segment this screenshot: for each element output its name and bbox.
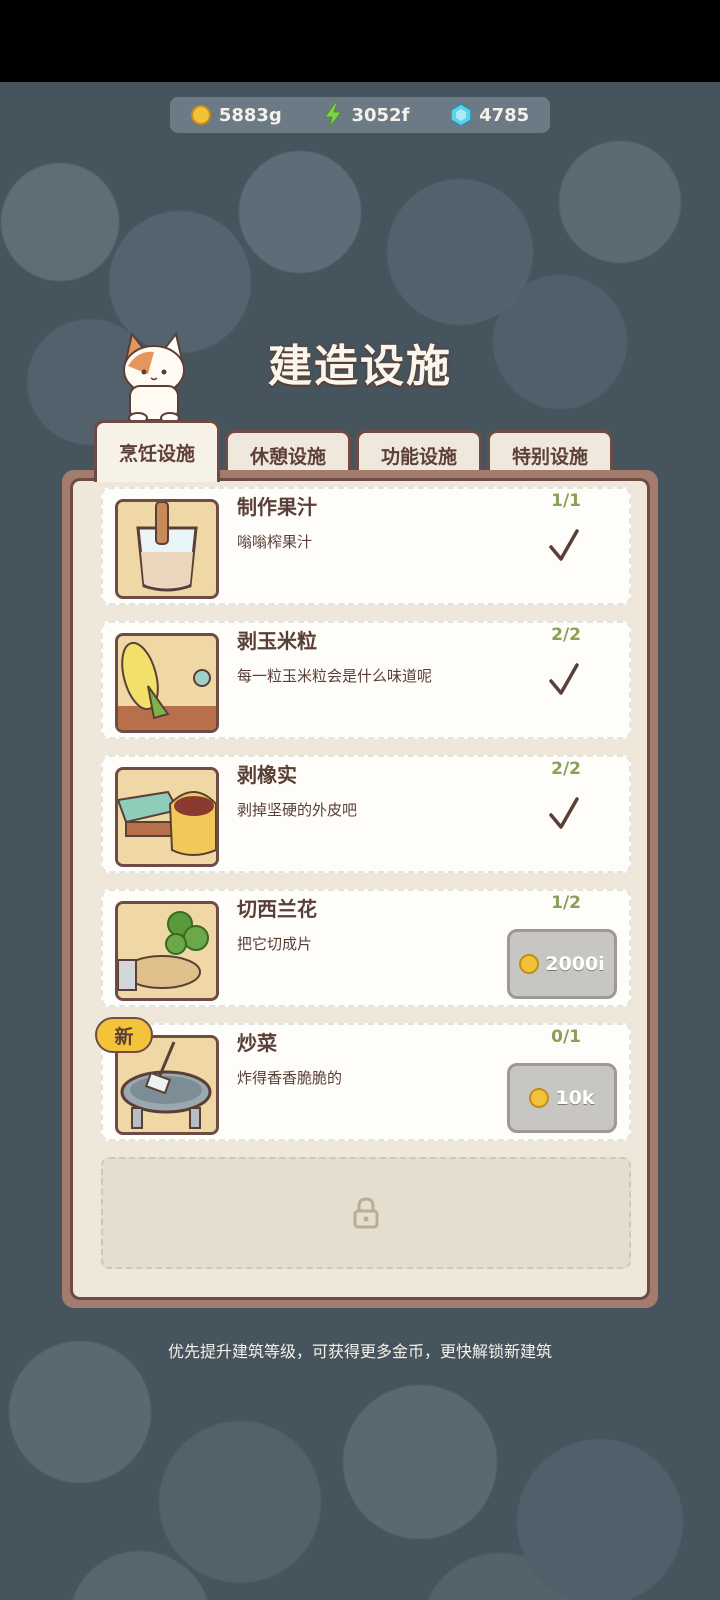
facility-list: 制作果汁 嗡嗡榨果汁 1/1 剥玉米粒 每一粒玉米粒会是什么味道呢 2/2 剥橡…	[70, 478, 650, 1300]
buy-button[interactable]: 2000i	[507, 929, 617, 999]
hint-text: 优先提升建筑等级，可获得更多金币，更快解锁新建筑	[167, 1342, 552, 1361]
facility-panel: 制作果汁 嗡嗡榨果汁 1/1 剥玉米粒 每一粒玉米粒会是什么味道呢 2/2 剥橡…	[62, 470, 658, 1308]
item-title: 切西兰花	[237, 897, 317, 921]
juice-thumbnail	[115, 499, 219, 599]
resource-bar: 5883g 3052f 4785	[170, 97, 550, 133]
item-title: 制作果汁	[237, 495, 317, 519]
gem-value: 4785	[479, 104, 530, 126]
broccoli-icon	[118, 904, 216, 998]
coin-icon	[190, 105, 211, 125]
coin-icon	[529, 1088, 550, 1108]
item-description: 嗡嗡榨果汁	[237, 533, 313, 551]
item-progress: 1/2	[551, 893, 581, 913]
item-progress: 2/2	[551, 625, 581, 645]
item-description: 每一粒玉米粒会是什么味道呢	[237, 667, 433, 685]
buy-price: 10k	[555, 1087, 595, 1109]
gem-icon	[451, 104, 472, 126]
acorn-thumbnail	[115, 767, 219, 867]
item-title: 剥橡实	[237, 763, 297, 787]
tab-cooking[interactable]: 烹饪设施	[94, 420, 220, 482]
buy-button[interactable]: 10k	[507, 1063, 617, 1133]
gold-counter: 5883g	[190, 104, 282, 126]
list-item[interactable]: 制作果汁 嗡嗡榨果汁 1/1	[101, 487, 631, 605]
item-description: 剥掉坚硬的外皮吧	[237, 801, 358, 819]
locked-slot	[101, 1157, 631, 1269]
item-description: 把它切成片	[237, 935, 313, 953]
list-item[interactable]: 剥玉米粒 每一粒玉米粒会是什么味道呢 2/2	[101, 621, 631, 739]
corn-thumbnail	[115, 633, 219, 733]
energy-value: 3052f	[351, 104, 410, 126]
list-item[interactable]: 剥橡实 剥掉坚硬的外皮吧 2/2	[101, 755, 631, 873]
status-bar	[0, 0, 720, 82]
buy-price: 2000i	[545, 953, 605, 975]
page-title: 建造设施	[268, 341, 452, 392]
gem-counter: 4785	[451, 104, 529, 126]
list-item[interactable]: 切西兰花 把它切成片 1/2 2000i	[101, 889, 631, 1007]
list-item[interactable]: 新 炒菜 炸得香香脆脆的 0/1 10k	[95, 1017, 631, 1141]
new-badge: 新	[95, 1017, 153, 1053]
lightning-bolt-icon	[324, 103, 343, 127]
item-title: 炒菜	[237, 1031, 277, 1055]
checkmark-icon	[549, 663, 579, 695]
energy-counter: 3052f	[323, 103, 409, 127]
item-progress: 0/1	[551, 1027, 581, 1047]
checkmark-icon	[549, 797, 579, 829]
item-description: 炸得香香脆脆的	[237, 1069, 343, 1087]
item-progress: 1/1	[551, 491, 581, 511]
item-title: 剥玉米粒	[237, 629, 317, 653]
gold-value: 5883g	[218, 104, 282, 126]
lock-icon	[353, 1197, 379, 1229]
corn-icon	[118, 636, 216, 730]
checkmark-icon	[549, 529, 579, 561]
juice-cup-icon	[118, 502, 216, 596]
coin-icon	[519, 954, 540, 974]
broccoli-thumbnail	[115, 901, 219, 1001]
item-progress: 2/2	[551, 759, 581, 779]
acorn-basket-icon	[118, 770, 216, 864]
cat-mascot-image	[123, 331, 185, 422]
